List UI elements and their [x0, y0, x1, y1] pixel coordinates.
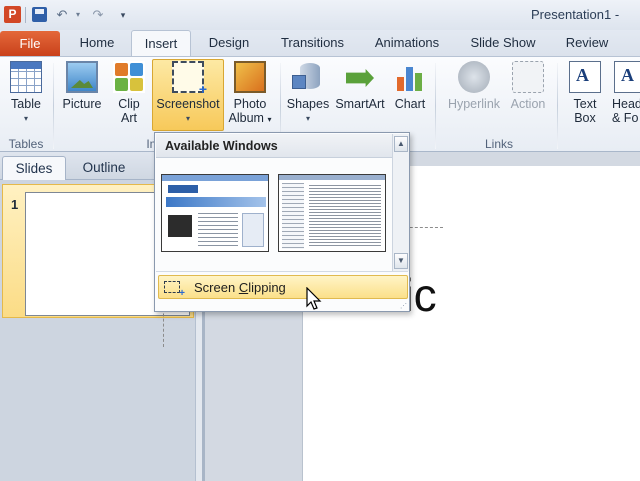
shapes-button[interactable]: Shapes ▾ [286, 61, 330, 126]
photo-album-label-2: Album ▾ [228, 111, 272, 125]
ribbon-tabs: File Home Insert Design Transitions Anim… [0, 30, 640, 57]
tab-design[interactable]: Design [198, 30, 260, 56]
hyperlink-label: Hyperlink [447, 97, 501, 111]
table-label: Table [11, 97, 41, 111]
hyperlink-button[interactable]: Hyperlink [445, 61, 503, 111]
clip-art-label-2: Art [121, 111, 137, 125]
save-icon [31, 7, 47, 22]
text-box-button[interactable]: Text Box [566, 61, 604, 125]
title-bar: P ↶ ▾ ↷ ▾ Presentation1 - [0, 0, 640, 30]
tab-outline[interactable]: Outline [70, 156, 138, 180]
available-window-thumbnail-1[interactable] [161, 174, 269, 252]
scroll-down-button[interactable]: ▼ [394, 253, 408, 269]
screen-clipping-menu-item[interactable]: Screen Clipping [158, 275, 408, 299]
tab-home[interactable]: Home [68, 30, 126, 56]
redo-button[interactable]: ↷ [90, 6, 106, 24]
shapes-icon [292, 61, 324, 93]
text-box-icon [569, 61, 601, 93]
chevron-down-icon: ▾ [23, 114, 28, 123]
hyperlink-icon [458, 61, 490, 93]
available-windows-header: Available Windows [156, 134, 392, 158]
action-button[interactable]: Action [507, 61, 549, 111]
chart-button[interactable]: Chart [392, 61, 428, 111]
tab-insert[interactable]: Insert [131, 30, 191, 57]
screenshot-icon [172, 61, 207, 97]
screen-clipping-label: Screen Clipping [194, 280, 286, 295]
screen-clipping-icon [164, 281, 185, 299]
screenshot-button[interactable]: Screenshot ▾ [153, 61, 223, 126]
header-footer-button[interactable]: Head & Fo [612, 61, 640, 125]
picture-button[interactable]: Picture [60, 61, 104, 111]
table-icon [10, 61, 42, 93]
shapes-label: Shapes [286, 97, 330, 111]
picture-icon [66, 61, 98, 93]
header-footer-icon [614, 61, 640, 93]
undo-dropdown-icon[interactable]: ▾ [73, 6, 83, 24]
window-title: Presentation1 - [531, 7, 620, 22]
photo-album-button[interactable]: Photo Album ▾ [226, 61, 274, 127]
clip-art-label-1: Clip [118, 97, 140, 111]
group-label-tables: Tables [8, 137, 44, 151]
powerpoint-logo-icon[interactable]: P [4, 6, 21, 23]
text-box-label-1: Text [573, 97, 597, 111]
action-label: Action [510, 97, 546, 111]
group-label-links: Links [484, 137, 513, 151]
smartart-label: SmartArt [335, 97, 385, 111]
slide-number: 1 [11, 197, 19, 212]
group-separator [557, 63, 558, 149]
text-box-label-2: Box [574, 111, 596, 125]
gallery-scrollbar[interactable]: ▲ ▼ [392, 134, 409, 271]
screenshot-label: Screenshot [156, 97, 220, 111]
undo-button[interactable]: ↶ [54, 6, 70, 24]
action-icon [512, 61, 544, 93]
chart-icon [394, 61, 426, 93]
picture-label: Picture [62, 97, 102, 111]
customize-qat-icon[interactable]: ▾ [117, 6, 129, 24]
tab-slide-show[interactable]: Slide Show [460, 30, 546, 56]
tab-review[interactable]: Review [556, 30, 618, 56]
header-footer-label-1: Head [612, 97, 640, 111]
table-button[interactable]: Table ▾ [4, 61, 48, 126]
available-window-thumbnail-2[interactable] [278, 174, 386, 252]
chevron-down-icon: ▾ [185, 114, 190, 123]
scroll-up-button[interactable]: ▲ [394, 136, 408, 152]
tab-transitions[interactable]: Transitions [270, 30, 355, 56]
tab-file[interactable]: File [0, 31, 60, 56]
clip-art-icon [113, 61, 145, 93]
qat-separator [25, 7, 26, 23]
resize-grip-icon[interactable]: ⋰ [400, 302, 407, 310]
tab-animations[interactable]: Animations [365, 30, 449, 56]
menu-separator [156, 271, 408, 272]
group-separator [435, 63, 436, 149]
smartart-button[interactable]: SmartArt [334, 61, 386, 111]
smartart-icon [344, 61, 376, 93]
photo-album-icon [234, 61, 266, 93]
tab-slides[interactable]: Slides [2, 156, 66, 180]
group-separator [53, 63, 54, 149]
mouse-pointer-icon [306, 287, 322, 310]
chart-label: Chart [394, 97, 426, 111]
header-footer-label-2: & Fo [612, 111, 639, 125]
clip-art-button[interactable]: Clip Art [111, 61, 147, 125]
save-button[interactable] [30, 6, 48, 24]
screenshot-dropdown: Available Windows ▲ ▼ Screen Clipping ⋰ [154, 132, 410, 312]
chevron-down-icon: ▾ [305, 114, 310, 123]
photo-album-label-1: Photo [233, 97, 267, 111]
